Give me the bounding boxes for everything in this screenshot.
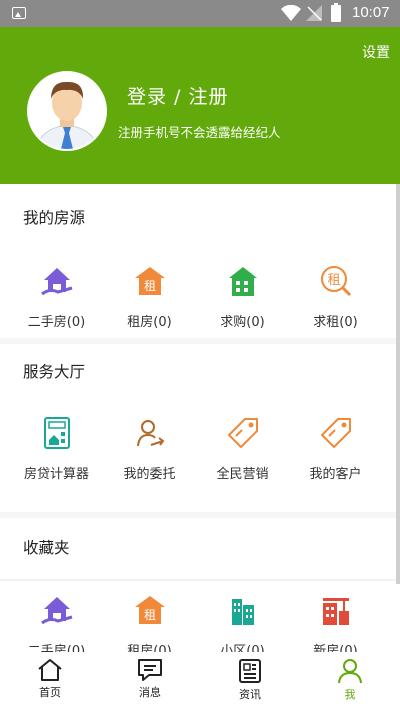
svg-text:租: 租 xyxy=(143,608,155,622)
tab-home[interactable]: 首页 xyxy=(0,652,100,711)
house-hand-icon xyxy=(40,597,72,625)
my-delegation[interactable]: 我的委托 xyxy=(103,415,196,482)
universal-marketing[interactable]: 全民营销 xyxy=(196,415,289,482)
wifi-icon xyxy=(281,5,301,21)
news-icon xyxy=(239,659,261,683)
settings-button[interactable]: 设置 xyxy=(362,42,390,62)
home-icon xyxy=(38,659,62,681)
listing-rent[interactable]: 租 租房(0) xyxy=(103,263,196,330)
service-hall-title: 服务大厅 xyxy=(23,363,86,381)
tab-messages[interactable]: 消息 xyxy=(100,652,200,711)
community-icon xyxy=(231,599,254,625)
bottom-tab-bar: 首页 消息 资讯 我 xyxy=(0,652,400,711)
battery-icon xyxy=(331,3,341,22)
listing-buy-request[interactable]: 求购(0) xyxy=(196,263,289,330)
avatar[interactable] xyxy=(27,71,107,151)
mortgage-calculator[interactable]: 房贷计算器 xyxy=(10,415,103,482)
svg-text:租: 租 xyxy=(327,273,340,288)
my-listings-title: 我的房源 xyxy=(23,209,86,227)
delegate-icon xyxy=(136,420,164,447)
listing-rent-request[interactable]: 租 求租(0) xyxy=(289,263,382,330)
favorite-rent[interactable]: 租 租房(0) xyxy=(103,592,196,659)
tab-me[interactable]: 我 xyxy=(300,652,400,711)
tag-icon xyxy=(320,418,351,448)
section-divider xyxy=(0,338,396,344)
user-avatar-icon xyxy=(29,73,105,149)
my-customers[interactable]: 我的客户 xyxy=(289,415,382,482)
scrollbar[interactable] xyxy=(396,184,400,584)
my-listings-grid: 二手房(0) 租 租房(0) 求购(0) 租 求租(0) xyxy=(10,263,382,330)
image-notification-icon xyxy=(12,7,26,19)
favorite-community[interactable]: 小区(0) xyxy=(196,592,289,659)
person-icon xyxy=(338,659,362,684)
listing-secondhand[interactable]: 二手房(0) xyxy=(10,263,103,330)
profile-header: 设置 登录 / 注册 注册手机号不会透露给经纪人 xyxy=(0,27,400,184)
login-register-link[interactable]: 登录 / 注册 xyxy=(127,82,228,109)
message-icon xyxy=(138,659,162,681)
tag-icon xyxy=(227,418,258,448)
section-divider xyxy=(0,579,396,581)
service-hall-grid: 房贷计算器 我的委托 全民营销 我的客户 xyxy=(10,415,382,482)
rent-house-icon: 租 xyxy=(134,267,165,295)
svg-text:租: 租 xyxy=(143,279,155,293)
new-house-icon xyxy=(322,598,349,625)
tab-news[interactable]: 资讯 xyxy=(200,652,300,711)
status-time: 10:07 xyxy=(352,4,390,21)
favorites-title: 收藏夹 xyxy=(23,539,70,557)
calculator-icon xyxy=(43,417,70,449)
house-hand-icon xyxy=(40,268,72,296)
favorite-secondhand[interactable]: 二手房(0) xyxy=(10,592,103,659)
section-divider xyxy=(0,512,396,518)
building-icon xyxy=(228,267,257,296)
rent-search-icon: 租 xyxy=(320,266,351,297)
favorites-grid: 二手房(0) 租 租房(0) 小区(0) 新房(0) xyxy=(10,592,382,659)
status-bar: 10:07 xyxy=(0,0,400,27)
favorite-new-house[interactable]: 新房(0) xyxy=(289,592,382,659)
login-hint: 注册手机号不会透露给经纪人 xyxy=(118,125,281,140)
no-signal-icon xyxy=(306,5,322,21)
rent-house-icon: 租 xyxy=(134,596,165,624)
